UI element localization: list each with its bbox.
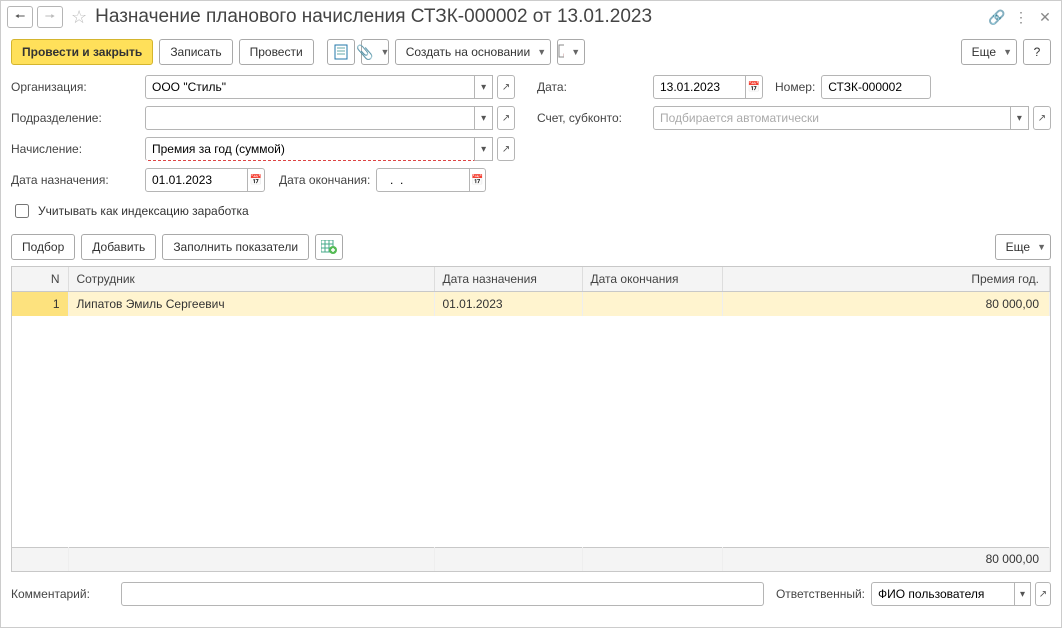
chevron-down-icon: ▼ <box>1037 242 1046 252</box>
open-button[interactable]: ↗ <box>497 137 515 161</box>
open-button[interactable]: ↗ <box>497 106 515 130</box>
col-header-employee[interactable]: Сотрудник <box>68 267 434 291</box>
cell-end[interactable] <box>582 292 722 316</box>
paperclip-icon: 📎 <box>356 44 373 61</box>
col-header-bonus[interactable]: Премия год. <box>722 267 1050 291</box>
chevron-down-icon: ▾ <box>481 113 486 124</box>
chevron-down-icon: ▼ <box>1003 47 1012 57</box>
create-based-on-button[interactable]: Создать на основании▼ <box>395 39 551 65</box>
options-icon[interactable]: ⋮ <box>1011 7 1031 27</box>
open-button[interactable]: ↗ <box>497 75 515 99</box>
dept-label: Подразделение: <box>11 111 139 125</box>
open-button[interactable]: ↗ <box>1033 106 1051 130</box>
post-button[interactable]: Провести <box>239 39 314 65</box>
add-button[interactable]: Добавить <box>81 234 156 260</box>
account-label: Счет, субконто: <box>537 111 647 125</box>
pick-button[interactable]: Подбор <box>11 234 75 260</box>
open-icon: ↗ <box>1039 589 1047 600</box>
org-input[interactable] <box>145 75 475 99</box>
save-button[interactable]: Записать <box>159 39 232 65</box>
back-button[interactable]: 🠔 <box>7 6 33 28</box>
chevron-down-icon: ▾ <box>1017 113 1022 124</box>
col-header-end[interactable]: Дата окончания <box>582 267 722 291</box>
date-input[interactable] <box>653 75 746 99</box>
cell-n[interactable]: 1 <box>12 292 68 316</box>
index-checkbox-label: Учитывать как индексацию заработка <box>38 204 249 218</box>
open-icon: ↗ <box>502 144 510 155</box>
section-more-button[interactable]: Еще▼ <box>995 234 1051 260</box>
responsible-label: Ответственный: <box>776 587 865 601</box>
window-title: Назначение планового начисления СТЗК-000… <box>95 6 983 28</box>
attach-button[interactable]: 📎▼ <box>361 39 389 65</box>
post-and-close-button[interactable]: Провести и закрыть <box>11 39 153 65</box>
table-footer-row: 80 000,00 <box>12 547 1050 571</box>
link-icon[interactable]: 🔗 <box>987 7 1007 27</box>
chevron-down-icon: ▼ <box>571 47 580 57</box>
number-label: Номер: <box>775 80 815 94</box>
document-icon <box>334 44 348 60</box>
assign-date-label: Дата назначения: <box>11 173 139 187</box>
close-icon[interactable]: ✕ <box>1035 7 1055 27</box>
dept-input[interactable] <box>145 106 475 130</box>
end-date-label: Дата окончания: <box>279 173 370 187</box>
chevron-down-icon: ▾ <box>481 82 486 93</box>
calendar-icon: 📅 <box>471 175 483 186</box>
comment-input[interactable] <box>121 582 764 606</box>
calendar-button[interactable]: 📅 <box>470 168 487 192</box>
table-plus-icon <box>321 240 337 254</box>
chevron-down-icon: ▾ <box>1020 589 1025 600</box>
org-label: Организация: <box>11 80 139 94</box>
chevron-down-icon: ▾ <box>481 144 486 155</box>
dropdown-button[interactable]: ▾ <box>475 106 493 130</box>
doc-gear-icon <box>558 44 564 60</box>
assign-date-input[interactable] <box>145 168 248 192</box>
cell-bonus[interactable]: 80 000,00 <box>722 292 1050 316</box>
calendar-button[interactable]: 📅 <box>248 168 265 192</box>
index-checkbox[interactable]: Учитывать как индексацию заработка <box>11 201 249 221</box>
chevron-down-icon: ▼ <box>380 47 389 57</box>
dropdown-button[interactable]: ▾ <box>475 75 493 99</box>
calendar-button[interactable]: 📅 <box>746 75 763 99</box>
account-input[interactable] <box>653 106 1011 130</box>
number-input[interactable] <box>821 75 931 99</box>
dropdown-button[interactable]: ▾ <box>475 137 493 161</box>
accrual-input[interactable] <box>145 137 475 161</box>
table-row[interactable]: 1 Липатов Эмиль Сергеевич 01.01.2023 80 … <box>12 292 1050 316</box>
end-date-input[interactable] <box>376 168 469 192</box>
calendar-icon: 📅 <box>748 82 760 93</box>
more-button[interactable]: Еще▼ <box>961 39 1017 65</box>
employees-table: N Сотрудник Дата назначения Дата окончан… <box>11 266 1051 572</box>
dropdown-button[interactable]: ▾ <box>1011 106 1029 130</box>
forward-button[interactable]: 🠖 <box>37 6 63 28</box>
col-header-n[interactable]: N <box>12 267 68 291</box>
total-bonus: 80 000,00 <box>722 547 1050 571</box>
help-button[interactable]: ? <box>1023 39 1051 65</box>
responsible-input[interactable] <box>871 582 1015 606</box>
open-button[interactable]: ↗ <box>1035 582 1051 606</box>
table-config-button[interactable] <box>315 234 343 260</box>
fill-indicators-button[interactable]: Заполнить показатели <box>162 234 309 260</box>
table-header-row: N Сотрудник Дата назначения Дата окончан… <box>12 267 1050 291</box>
index-checkbox-input[interactable] <box>15 204 29 218</box>
dropdown-button[interactable]: ▾ <box>1015 582 1031 606</box>
date-label: Дата: <box>537 80 647 94</box>
report-button[interactable] <box>327 39 355 65</box>
comment-label: Комментарий: <box>11 587 115 601</box>
open-icon: ↗ <box>502 82 510 93</box>
col-header-assign[interactable]: Дата назначения <box>434 267 582 291</box>
document-action-button[interactable]: ▼ <box>557 39 585 65</box>
cell-employee[interactable]: Липатов Эмиль Сергеевич <box>68 292 434 316</box>
open-icon: ↗ <box>502 113 510 124</box>
chevron-down-icon: ▼ <box>537 47 546 57</box>
cell-assign[interactable]: 01.01.2023 <box>434 292 582 316</box>
open-icon: ↗ <box>1038 113 1046 124</box>
accrual-label: Начисление: <box>11 142 139 156</box>
calendar-icon: 📅 <box>250 175 262 186</box>
favorite-star-icon[interactable]: ☆ <box>71 7 87 28</box>
